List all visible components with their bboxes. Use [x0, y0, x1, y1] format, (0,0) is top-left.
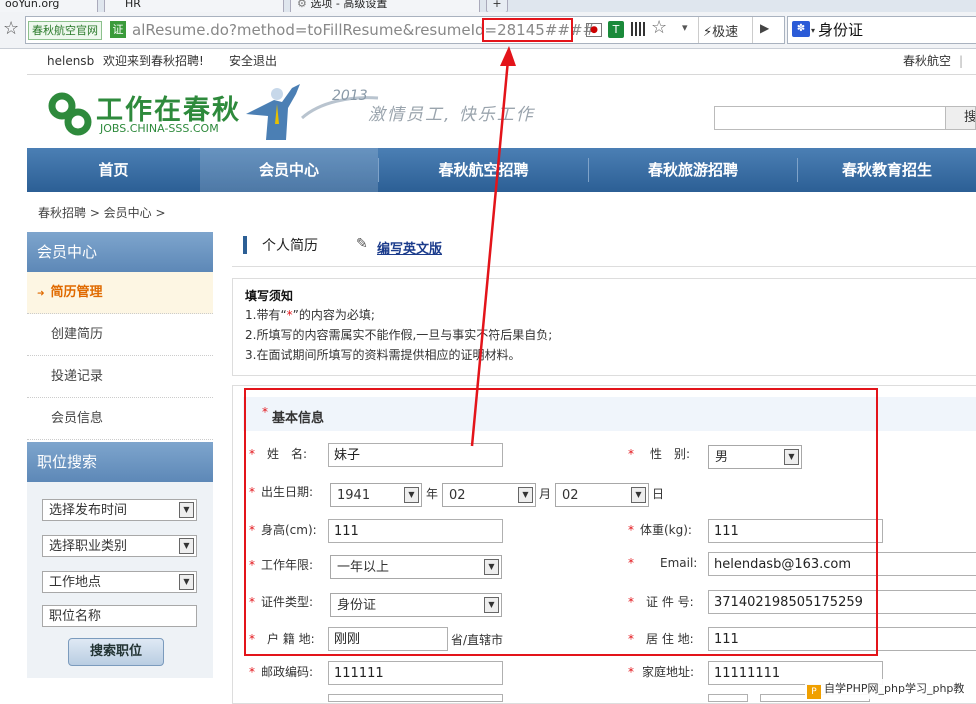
- label-text: 家庭地址:: [642, 665, 695, 679]
- address-label: * 家庭地址:: [628, 662, 694, 682]
- postcode-label: * 邮政编码:: [249, 662, 313, 682]
- search-input[interactable]: 身份证: [818, 20, 863, 40]
- url-part: alResume.do?method=toFillResume&resumeId: [132, 21, 485, 39]
- area-code-input[interactable]: [708, 694, 748, 702]
- watermark-text: 自学PHP网_php学习_php教: [824, 682, 965, 695]
- site-search-input[interactable]: [714, 106, 946, 130]
- select-value: 选择发布时间: [49, 503, 128, 518]
- annotation-highlight-box: [244, 388, 878, 656]
- sidebar-item-label: 简历管理: [50, 285, 103, 300]
- sidebar-item-resume[interactable]: ➜ 简历管理: [27, 272, 213, 314]
- search-box[interactable]: ✽ ▾ 身份证: [787, 16, 976, 44]
- tab-ooyun[interactable]: ooYun.org: [0, 0, 98, 12]
- phone-input[interactable]: [328, 694, 503, 702]
- nav-member-center[interactable]: 会员中心: [200, 148, 378, 192]
- username: helensb: [47, 54, 95, 68]
- cert-badge-icon: 证: [110, 21, 126, 38]
- url-highlight: =28145##: [481, 18, 573, 42]
- star-bookmark-icon[interactable]: ☆: [3, 18, 19, 39]
- chevron-down-icon: ▼: [179, 502, 194, 518]
- year-badge: 2013: [332, 88, 368, 104]
- speed-label: 极速: [712, 25, 739, 40]
- shield-icon[interactable]: T: [608, 21, 624, 38]
- tab-settings[interactable]: ⚙ 选项 - 高级设置: [290, 0, 480, 12]
- url-text[interactable]: alResume.do?method=toFillResume&resumeId…: [132, 18, 595, 42]
- notice-text: ”的内容为必填;: [292, 308, 375, 322]
- divider: [752, 17, 753, 43]
- divider: [232, 266, 976, 267]
- divider: [698, 17, 699, 43]
- publish-time-select[interactable]: 选择发布时间 ▼: [42, 499, 197, 521]
- logo-icon[interactable]: [48, 92, 92, 136]
- chevron-down-icon[interactable]: ▾: [811, 26, 815, 35]
- sidebar-item-member-info[interactable]: 会员信息: [27, 398, 213, 440]
- logout-link[interactable]: 安全退出: [229, 48, 277, 74]
- cert-label[interactable]: 春秋航空官网: [28, 21, 102, 40]
- tab-label: HR: [125, 0, 141, 10]
- baidu-paw-icon[interactable]: ✽: [792, 21, 810, 37]
- nav-travel-jobs[interactable]: 春秋旅游招聘: [589, 148, 797, 192]
- separator: |: [959, 54, 964, 68]
- job-name-input[interactable]: 职位名称: [42, 605, 197, 627]
- block-icon[interactable]: ●: [586, 23, 602, 37]
- member-center-heading: 会员中心: [27, 232, 213, 272]
- sidebar-item-create-resume[interactable]: 创建简历: [27, 314, 213, 356]
- pencil-icon: ✎: [356, 236, 368, 252]
- tab-strip: ooYun.org HR ⚙ 选项 - 高级设置 +: [0, 0, 976, 12]
- lightning-icon: ⚡: [703, 25, 713, 40]
- nav-education[interactable]: 春秋教育招生: [798, 148, 976, 192]
- notice-text: 1.带有“: [245, 308, 287, 322]
- new-tab-button[interactable]: +: [486, 0, 508, 12]
- sidebar-item-applications[interactable]: 投递记录: [27, 356, 213, 398]
- gear-icon: ⚙: [297, 0, 307, 10]
- qrcode-icon[interactable]: [631, 22, 645, 36]
- tab-label: 选项 - 高级设置: [310, 0, 388, 10]
- page-title: 个人简历: [262, 238, 318, 254]
- select-value: 选择职业类别: [49, 539, 128, 554]
- job-search-heading: 职位搜索: [27, 442, 213, 482]
- annotation-arrow: [470, 46, 516, 447]
- title-marker: [243, 236, 247, 254]
- speed-mode-button[interactable]: ⚡极速: [703, 21, 738, 40]
- welcome-text: 欢迎来到春秋招聘!: [103, 54, 204, 68]
- site-search-button[interactable]: 搜: [946, 106, 976, 130]
- chevron-down-icon: ▼: [179, 574, 194, 590]
- address-bar[interactable]: 春秋航空官网 证 alResume.do?method=toFillResume…: [25, 16, 785, 44]
- job-category-select[interactable]: 选择职业类别 ▼: [42, 535, 197, 557]
- airline-link[interactable]: 春秋航空: [903, 48, 951, 74]
- chevron-down-icon[interactable]: ▾: [682, 21, 688, 34]
- work-location-select[interactable]: 工作地点 ▼: [42, 571, 197, 593]
- required-star: *: [249, 665, 255, 679]
- tab-label: ooYun.org: [5, 0, 60, 10]
- nav-home[interactable]: 首页: [27, 148, 200, 192]
- select-value: 工作地点: [49, 575, 102, 590]
- tab-hr[interactable]: HR: [104, 0, 284, 12]
- php-logo-icon: P: [807, 685, 821, 699]
- notice-box: 填写须知 1.带有“*”的内容为必填; 2.所填写的内容需属实不能作假,一旦与事…: [232, 278, 976, 376]
- notice-title: 填写须知: [245, 289, 294, 303]
- required-star: *: [628, 665, 634, 679]
- postcode-input[interactable]: 111111: [328, 661, 503, 685]
- star-icon[interactable]: ☆: [651, 17, 667, 38]
- breadcrumb: 春秋招聘 > 会员中心 >: [38, 206, 166, 220]
- arrow-icon: ➜: [37, 289, 45, 299]
- chevron-down-icon: ▼: [179, 538, 194, 554]
- logo-domain: JOBS.CHINA-SSS.COM: [100, 122, 219, 135]
- label-text: 邮政编码:: [261, 665, 314, 679]
- english-resume-link[interactable]: 编写英文版: [377, 238, 442, 257]
- notice-line-1: 1.带有“*”的内容为必填;: [245, 306, 375, 323]
- play-icon[interactable]: ▶: [760, 21, 769, 35]
- watermark: P 自学PHP网_php学习_php教: [805, 679, 976, 699]
- search-jobs-button[interactable]: 搜索职位: [68, 638, 164, 666]
